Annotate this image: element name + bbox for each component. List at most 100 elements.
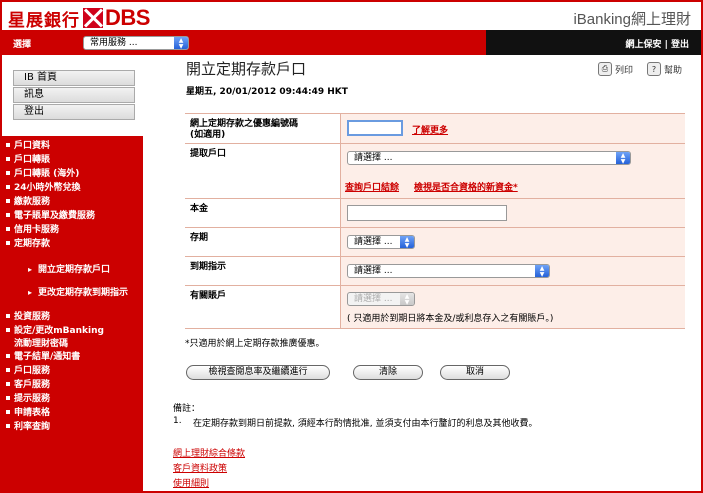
sidebar-item-account-service[interactable]: 戶口服務 (6, 363, 50, 376)
promo-code-cell: 了解更多 (340, 114, 685, 143)
product-title: iBanking網上理財 (573, 11, 691, 28)
promo-code-row: 網上定期存款之優惠編號碼 (如適用) 了解更多 (185, 114, 685, 144)
term-label: 存期 (185, 228, 340, 256)
bullet-icon (6, 423, 10, 428)
bullet-icon (6, 409, 10, 414)
bullet-icon (6, 381, 10, 386)
sidebar-item-forms[interactable]: 申請表格 (6, 405, 50, 418)
main-content: 開立定期存款戶口 ⎙ 列印 ? 幫助 星期五, 20/01/2012 09:44… (143, 55, 701, 491)
dbs-x-icon (83, 8, 103, 28)
bullet-icon (6, 198, 10, 203)
sidebar-item-rates[interactable]: 利率查詢 (6, 419, 50, 432)
related-account-cell: 請選擇 ... ▲ ▼ ( 只適用於到期日將本金及/或利息存入之有關賬戶。) (340, 286, 685, 328)
bullet-icon (6, 395, 10, 400)
ib-home-button[interactable]: IB 首頁 (13, 70, 135, 86)
logo-english: DBS (105, 5, 150, 30)
bullet-icon (6, 313, 10, 318)
sidebar-item-credit-card[interactable]: 信用卡服務 (6, 222, 59, 235)
sidebar-item-customer-service[interactable]: 客戶服務 (6, 377, 50, 390)
bullet-icon (6, 170, 10, 175)
top-nav-bar: 選擇 常用服務 ... ▲ ▼ 網上保安 | 登出 (2, 30, 701, 55)
select-label: 選擇 (13, 40, 32, 50)
security-logout-links[interactable]: 網上保安 | 登出 (625, 37, 689, 50)
current-datetime: 星期五, 20/01/2012 09:44:49 HKT (186, 87, 348, 97)
sidebar-subitem-open-deposit[interactable]: 開立定期存款戶口 (28, 262, 110, 275)
related-account-select: 請選擇 ... ▲ ▼ (347, 292, 415, 306)
sidebar-menu: 戶口資料 戶口轉賬 戶口轉賬 (海外) 24小時外幣兌換 繳款服務 電子賬單及繳… (2, 136, 143, 491)
messages-button[interactable]: 訊息 (13, 87, 135, 103)
withdraw-account-label: 提取戶口 (185, 144, 340, 198)
header: 星展銀行 DBS iBanking網上理財 (2, 2, 701, 31)
principal-input[interactable] (347, 205, 507, 221)
print-link[interactable]: 列印 (615, 63, 633, 76)
principal-label: 本金 (185, 199, 340, 227)
logo-chinese: 星展銀行 (8, 10, 80, 31)
clear-button[interactable]: 清除 (353, 365, 423, 380)
maturity-cell: 請選擇 ... ▲ ▼ (340, 257, 685, 285)
related-account-row: 有關賬戶 請選擇 ... ▲ ▼ ( 只適用於到期日將本金及/或利息存入之有關賬戶… (185, 286, 685, 329)
logout-button[interactable]: 登出 (13, 104, 135, 120)
bullet-icon (6, 226, 10, 231)
sidebar-item-payment[interactable]: 繳款服務 (6, 194, 50, 207)
service-select[interactable]: 常用服務 ... ▲ ▼ (83, 36, 189, 50)
withdraw-account-select[interactable]: 請選擇 ... ▲ ▼ (347, 151, 631, 165)
select-arrows-icon: ▲ ▼ (535, 265, 549, 278)
bullet-icon (6, 156, 10, 161)
select-arrows-icon: ▲ ▼ (400, 293, 414, 306)
sidebar-subitem-change-maturity[interactable]: 更改定期存款到期指示 (28, 285, 128, 298)
deposit-form: 網上定期存款之優惠編號碼 (如適用) 了解更多 提取戶口 請選擇 ... ▲ ▼ … (185, 113, 685, 329)
learn-more-link[interactable]: 了解更多 (412, 123, 448, 136)
help-icon[interactable]: ? (647, 62, 662, 76)
sidebar-top: IB 首頁 訊息 登出 (2, 55, 143, 136)
promo-code-label: 網上定期存款之優惠編號碼 (如適用) (185, 114, 340, 143)
view-rate-continue-button[interactable]: 檢視查閱息率及繼續進行 (186, 365, 330, 380)
sidebar-item-alerts[interactable]: 提示服務 (6, 391, 50, 404)
term-select[interactable]: 請選擇 ... ▲ ▼ (347, 235, 415, 249)
sidebar-item-investment[interactable]: 投資服務 (6, 309, 50, 322)
service-select-value: 常用服務 ... (90, 38, 138, 48)
footer-link-usage[interactable]: 使用細則 (173, 476, 209, 489)
remarks-title: 備註： (173, 404, 201, 414)
promo-code-input[interactable] (347, 120, 403, 136)
dbs-logo[interactable]: 星展銀行 DBS (8, 5, 150, 31)
sidebar-item-mobile-password[interactable]: 流動理財密碼 (14, 336, 68, 349)
maturity-select[interactable]: 請選擇 ... ▲ ▼ (347, 264, 550, 278)
term-cell: 請選擇 ... ▲ ▼ (340, 228, 685, 256)
footer-link-terms[interactable]: 網上理財綜合條款 (173, 446, 245, 459)
help-link[interactable]: 幫助 (664, 63, 682, 76)
sidebar-item-mbanking[interactable]: 設定/更改mBanking (6, 323, 104, 336)
maturity-row: 到期指示 請選擇 ... ▲ ▼ (185, 257, 685, 286)
maturity-label: 到期指示 (185, 257, 340, 285)
principal-cell (340, 199, 685, 227)
sidebar-item-overseas-transfer[interactable]: 戶口轉賬 (海外) (6, 166, 79, 179)
bullet-icon (6, 353, 10, 358)
check-new-funds-link[interactable]: 檢視是否合資格的新資金* (414, 180, 518, 193)
sidebar-item-estatement[interactable]: 電子結單/通知書 (6, 349, 80, 362)
remark-item: 1. 在定期存款到期日前提款, 須經本行酌情批准, 並須支付由本行釐訂的利息及其… (173, 416, 538, 429)
sidebar-item-time-deposit[interactable]: 定期存款 (6, 236, 50, 249)
bullet-icon (6, 367, 10, 372)
principal-row: 本金 (185, 199, 685, 228)
sidebar-item-account-info[interactable]: 戶口資料 (6, 138, 50, 151)
footer-link-privacy[interactable]: 客戶資料政策 (173, 461, 227, 474)
cancel-button[interactable]: 取消 (440, 365, 510, 380)
select-arrows-icon: ▲ ▼ (400, 236, 414, 249)
bullet-icon (6, 327, 10, 332)
bullet-icon (6, 212, 10, 217)
bullet-icon (6, 184, 10, 189)
sidebar-item-ebill[interactable]: 電子賬單及繳費服務 (6, 208, 95, 221)
bullet-icon (6, 240, 10, 245)
sidebar-item-fx[interactable]: 24小時外幣兌換 (6, 180, 81, 193)
page-title: 開立定期存款戶口 (186, 60, 307, 78)
related-account-label: 有關賬戶 (185, 286, 340, 328)
withdraw-account-row: 提取戶口 請選擇 ... ▲ ▼ 查詢戶口結餘 檢視是否合資格的新資金* (185, 144, 685, 199)
withdraw-account-cell: 請選擇 ... ▲ ▼ 查詢戶口結餘 檢視是否合資格的新資金* (340, 144, 685, 198)
term-row: 存期 請選擇 ... ▲ ▼ (185, 228, 685, 257)
sidebar-item-transfer[interactable]: 戶口轉賬 (6, 152, 50, 165)
bullet-icon (6, 142, 10, 147)
account-balance-link[interactable]: 查詢戶口結餘 (345, 180, 399, 193)
select-arrows-icon: ▲ ▼ (616, 152, 630, 165)
related-account-note: ( 只適用於到期日將本金及/或利息存入之有關賬戶。) (347, 314, 554, 324)
footnote: *只適用於網上定期存款推廣優惠。 (185, 339, 325, 349)
print-icon[interactable]: ⎙ (598, 62, 612, 76)
